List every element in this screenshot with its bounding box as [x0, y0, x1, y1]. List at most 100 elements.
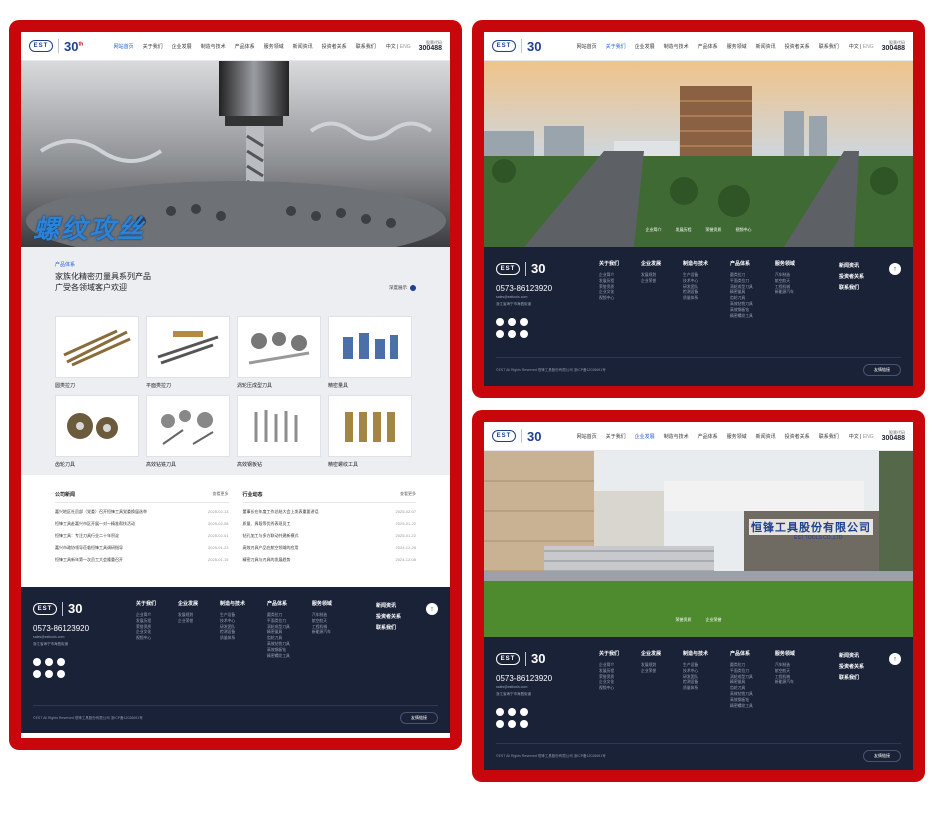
company-news: 公司新闻 查看更多 嘉兴地区社员部（党委）召开恒锋工具党委换届选举 2025-02-…	[55, 491, 229, 587]
news-row[interactable]: 恒锋工具新年第一次员工大会隆重召开 2025-01-15	[55, 557, 229, 563]
douyin-icon[interactable]	[520, 707, 528, 716]
industry-news-more[interactable]: 查看更多	[400, 491, 416, 498]
site-footer: EST 30 0573-86123920 sales@esttools.com 浙…	[21, 587, 450, 733]
product-card[interactable]: 齿轮刀具	[55, 394, 139, 468]
nav-item-news[interactable]: 新闻资讯	[293, 43, 313, 50]
news-row[interactable]: 嘉兴市政协领导莅临恒锋工具调研指导 2025-01-23	[55, 545, 229, 551]
news-row[interactable]: 精密刀具与刃具的发展趋势 2024-12-08	[243, 557, 417, 563]
nav-item-products[interactable]: 产品体系	[235, 43, 255, 50]
video-icon[interactable]	[33, 669, 41, 678]
nav-item-about[interactable]: 关于我们	[143, 43, 163, 50]
back-to-top-icon[interactable]: ↑	[889, 653, 901, 665]
about-screen: EST 30 网站首页 关于我们 企业发展 制造与技术 产品体系 服务领域 新闻资讯 投资者关系…	[484, 32, 913, 386]
logo-est-badge: EST	[29, 40, 53, 52]
screenshot-frame-about: EST 30 网站首页 关于我们 企业发展 制造与技术 产品体系 服务领域 新闻资讯 投资者关系…	[472, 20, 925, 398]
news-row[interactable]: 高效刃具产品在航空领域的应用 2024-12-28	[243, 545, 417, 551]
share-icon[interactable]	[520, 719, 528, 728]
hero-city-image	[484, 61, 913, 247]
news-section: 公司新闻 查看更多 嘉兴地区社员部（党委）召开恒锋工具党委换届选举 2025-02-…	[21, 475, 450, 587]
nav-item-contact[interactable]: 联系我们	[356, 43, 376, 50]
hero-sub-links: 企业简介 发展历程 荣誉资质 视频中心	[645, 227, 752, 232]
company-news-more[interactable]: 查看更多	[213, 491, 229, 498]
news-row[interactable]: 钻孔加工与多方联动共建新模式 2025-01-22	[243, 533, 417, 539]
friend-links-select[interactable]: 友情链接	[400, 712, 438, 724]
hero-title: 螺纹攻丝	[33, 214, 146, 244]
share-icon[interactable]	[57, 669, 65, 678]
brand-logo[interactable]: EST 30	[492, 429, 541, 444]
product-card[interactable]: 圆类拉刀	[55, 315, 139, 389]
product-card[interactable]: 高效钻铣刀具	[146, 394, 230, 468]
news-row[interactable]: 质量、周段等优秀表现员工 2025-01-22	[243, 521, 417, 527]
qq-icon[interactable]	[45, 669, 53, 678]
brand-logo[interactable]: EST 30th	[29, 39, 83, 54]
nav-item-development[interactable]: 企业发展	[172, 43, 192, 50]
company-sign-en: EST TOOLS CO.,LTD	[794, 535, 843, 541]
hero-gate-image	[484, 451, 913, 637]
wechat-icon[interactable]	[496, 317, 504, 326]
brand-logo[interactable]: EST 30	[492, 39, 541, 54]
screenshot-frame-development: EST 30 网站首页 关于我们 企业发展 制造与技术 产品体系 服务领域 新闻资讯 投资者关系…	[472, 410, 925, 782]
site-header: EST 30th 网站首页 关于我们 企业发展 制造与技术 产品体系 服务领域 …	[21, 32, 450, 61]
arrow-circle-icon	[410, 285, 416, 291]
product-card[interactable]: 精密螺纹工具	[328, 394, 412, 468]
footer-columns: 关于我们 企业简介 发展历程 荣誉资质 企业文化 视频中心 企业发展 发展规划 企业荣誉 制造…	[599, 261, 795, 318]
site-footer: EST 30 0573-86123920 sales@esttools.com 浙…	[484, 637, 913, 770]
weibo-icon[interactable]	[508, 317, 516, 326]
nav-item-services[interactable]: 服务领域	[264, 43, 284, 50]
product-grid: 圆类拉刀 平面类拉刀 涡轮压成型刀具 精密量具 齿轮刀具 高效钻铣刀具 高效钢板…	[55, 315, 416, 468]
screenshot-frame-home: EST 30th 网站首页 关于我们 企业发展 制造与技术 产品体系 服务领域 …	[9, 20, 462, 750]
industry-news-title: 行业动态	[242, 492, 263, 498]
back-to-top-icon[interactable]: ↑	[889, 263, 901, 275]
products-more-link[interactable]: 深度展示	[389, 285, 416, 291]
product-card[interactable]: 涡轮压成型刀具	[237, 315, 321, 389]
industry-news: 行业动态 查看更多 董事长在年度工作总结大会上发表重要讲话 2025-02-07 质…	[242, 491, 417, 587]
main-nav: 网站首页 关于我们 企业发展 制造与技术 产品体系 服务领域 新闻资讯 投资者关系 联系我们	[576, 43, 839, 50]
share-icon[interactable]	[520, 329, 528, 338]
main-nav: 网站首页 关于我们 企业发展 制造与技术 产品体系 服务领域 新闻资讯 投资者关系 联系我们	[576, 433, 839, 440]
nav-item-manufacturing[interactable]: 制造与技术	[201, 43, 226, 50]
thread-tool-icon	[328, 394, 412, 457]
language-switch[interactable]: 中文 | ENG	[849, 43, 874, 50]
hero-banner: 恒锋工具股份有限公司 EST TOOLS CO.,LTD 荣誉资质 企业荣誉	[484, 451, 913, 637]
nav-item-investors[interactable]: 投资者关系	[322, 43, 347, 50]
qq-icon[interactable]	[508, 329, 516, 338]
main-nav: 网站首页 关于我们 企业发展 制造与技术 产品体系 服务领域 新闻资讯 投资者关…	[114, 43, 376, 50]
news-row[interactable]: 恒锋工具：专注刀具行业二十年积淀 2025-02-01	[55, 533, 229, 539]
company-news-title: 公司新闻	[55, 492, 76, 498]
gear-tool-icon	[55, 394, 139, 457]
wechat-icon[interactable]	[496, 707, 504, 716]
video-icon[interactable]	[496, 719, 504, 728]
flat-broach-icon	[146, 315, 230, 378]
news-row[interactable]: 恒锋工具赴嘉兴市区开展一对一精准帮扶活动 2025-02-08	[55, 521, 229, 527]
news-row[interactable]: 董事长在年度工作总结大会上发表重要讲话 2025-02-07	[243, 509, 417, 515]
video-icon[interactable]	[496, 329, 504, 338]
hero-banner: 螺纹攻丝	[21, 61, 450, 247]
hero-sub-links: 荣誉资质 企业荣誉	[675, 617, 722, 622]
back-to-top-icon[interactable]: ↑	[426, 603, 438, 615]
footer-columns: 关于我们 企业简介 发展历程 荣誉资质 企业文化 视频中心 企业发展 发展规划 企业荣誉 制造…	[136, 601, 332, 658]
douyin-icon[interactable]	[57, 657, 65, 666]
qq-icon[interactable]	[508, 719, 516, 728]
products-tag: 产品体系	[55, 262, 76, 268]
site-footer: EST 30 0573-86123920 sales@esttools.com 浙…	[484, 247, 913, 386]
turbine-tool-icon	[237, 315, 321, 378]
footer-columns: 关于我们 企业简介 发展历程 荣誉资质 企业文化 视频中心 企业发展 发展规划 企业荣誉 制造…	[599, 651, 795, 708]
product-card[interactable]: 高效钢板钻	[237, 394, 321, 468]
product-card[interactable]: 平面类拉刀	[146, 315, 230, 389]
stock-code: 股票代码 300488	[881, 429, 905, 442]
products-section: 产品体系 家族化精密刃量具系列产品 广受各领域客户欢迎 深度展示 圆类拉刀 平面…	[21, 247, 450, 475]
language-switch[interactable]: 中文 | ENG	[386, 43, 411, 50]
footer-extra-links[interactable]: 新闻资讯 投资者关系 联系我们	[376, 601, 401, 634]
weibo-icon[interactable]	[508, 707, 516, 716]
footer-bottom: ©EST All Rights Reserved 恒锋工具股份有限公司 浙ICP…	[33, 705, 438, 724]
company-sign: 恒锋工具股份有限公司	[749, 519, 873, 535]
broach-icon	[55, 315, 139, 378]
language-switch[interactable]: 中文 | ENG	[849, 433, 874, 440]
weibo-icon[interactable]	[45, 657, 53, 666]
douyin-icon[interactable]	[520, 317, 528, 326]
news-row[interactable]: 嘉兴地区社员部（党委）召开恒锋工具党委换届选举 2025-02-13	[55, 509, 229, 515]
wechat-icon[interactable]	[33, 657, 41, 666]
site-header: EST 30 网站首页 关于我们 企业发展 制造与技术 产品体系 服务领域 新闻资讯 投资者关系…	[484, 422, 913, 451]
nav-item-home[interactable]: 网站首页	[114, 43, 134, 50]
product-card[interactable]: 精密量具	[328, 315, 412, 389]
